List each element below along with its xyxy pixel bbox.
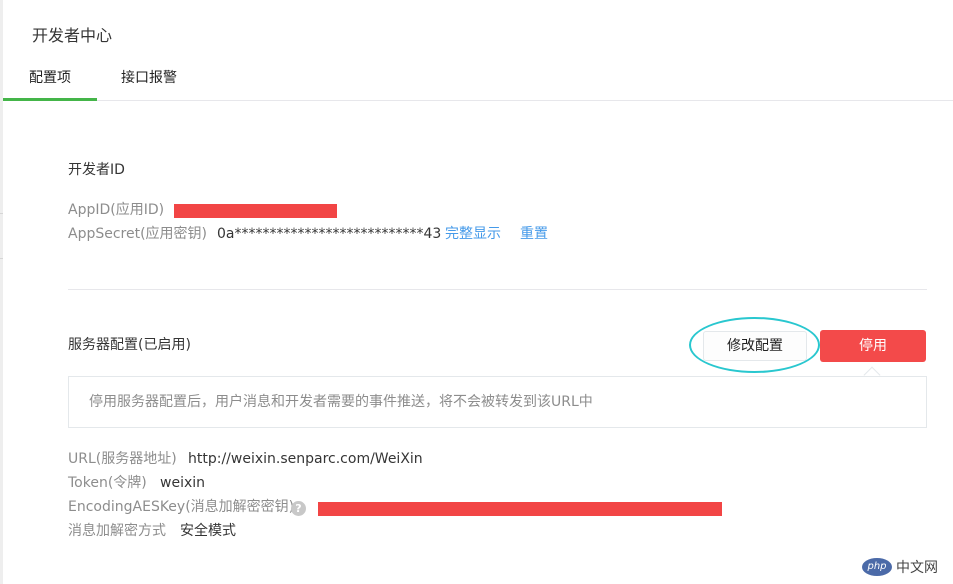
aeskey-label: EncodingAESKey(消息加解密密钥): [68, 499, 295, 515]
server-config-heading: 服务器配置(已启用): [68, 337, 191, 353]
page-title: 开发者中心: [32, 26, 113, 45]
show-full-secret-link[interactable]: 完整显示: [445, 224, 501, 244]
url-label: URL(服务器地址): [68, 451, 177, 467]
token-value: weixin: [160, 475, 206, 491]
disable-tooltip: 停用服务器配置后，用户消息和开发者需要的事件推送，将不会被转发到该URL中: [68, 376, 927, 428]
tab-api-alarm[interactable]: 接口报警: [97, 58, 201, 101]
tab-bar: 配置项 接口报警: [3, 58, 953, 101]
token-label: Token(令牌): [68, 475, 147, 491]
watermark-text: 中文网: [896, 560, 938, 576]
appsecret-label: AppSecret(应用密钥): [68, 226, 208, 242]
url-value: http://weixin.senparc.com/WeiXin: [188, 451, 423, 467]
encrypt-mode-label: 消息加解密方式: [68, 523, 166, 539]
left-border-tick: [0, 258, 3, 259]
appid-redaction: [174, 204, 337, 218]
disable-server-button[interactable]: 停用: [820, 330, 926, 362]
disable-tooltip-text: 停用服务器配置后，用户消息和开发者需要的事件推送，将不会被转发到该URL中: [89, 394, 593, 410]
appsecret-value: 0a***************************43: [217, 226, 442, 242]
section-divider: [68, 289, 927, 290]
modify-config-button[interactable]: 修改配置: [703, 331, 807, 361]
tab-config[interactable]: 配置项: [3, 58, 97, 101]
appid-label: AppID(应用ID): [68, 202, 165, 218]
developer-center-page: 开发者中心 配置项 接口报警 开发者ID AppID(应用ID) AppSecr…: [0, 0, 953, 584]
watermark: php 中文网: [862, 556, 938, 578]
question-circle-icon[interactable]: ?: [291, 501, 306, 516]
php-logo: php: [862, 558, 892, 576]
reset-secret-link[interactable]: 重置: [520, 224, 548, 244]
left-border-tick: [0, 213, 3, 214]
developer-id-heading: 开发者ID: [68, 162, 125, 178]
aeskey-redaction: [318, 502, 722, 516]
encrypt-mode-value: 安全模式: [180, 523, 236, 539]
